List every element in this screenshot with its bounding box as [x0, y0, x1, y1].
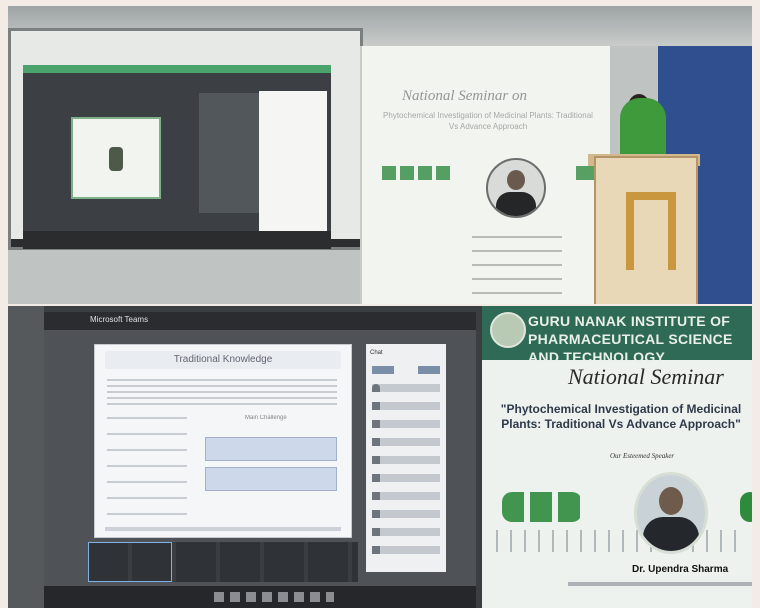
banner-title: National Seminar on: [402, 88, 528, 104]
leaf-icon: [502, 492, 582, 522]
slide-text-box: [205, 437, 337, 461]
laptop-screen: Microsoft Teams Traditional Knowledge Ma…: [44, 312, 476, 608]
screen-bottom-bar: [11, 239, 360, 247]
window-title: Microsoft Teams: [90, 315, 149, 324]
chat-panel-header: Chat: [370, 350, 383, 356]
institute-name: GURU NANAK INSTITUTE OF PHARMACEUTICAL S…: [528, 313, 733, 365]
taskbar: [44, 586, 476, 608]
podium-emblem-icon: [626, 192, 676, 270]
participant-thumbnails: [199, 93, 259, 213]
taskbar-icons[interactable]: [214, 592, 334, 602]
slide-footer: [105, 527, 341, 531]
keynote-label: Our Esteemed Speaker: [610, 452, 675, 460]
slide-text-box: [205, 467, 337, 491]
slide-column-heading: Main Challenge: [245, 415, 287, 421]
speaker-name: Dr. Upendra Sharma: [632, 564, 729, 575]
participant-list[interactable]: [372, 384, 440, 564]
bottom-photo: Microsoft Teams Traditional Knowledge Ma…: [8, 306, 752, 608]
podium: [594, 156, 698, 304]
slide-figure: [109, 147, 123, 171]
seminar-title: National Seminar: [568, 364, 724, 389]
monitor-bezel-edge: [8, 306, 44, 608]
shared-slide: Traditional Knowledge Main Challenge: [94, 344, 352, 538]
speaker-designation: [568, 582, 752, 586]
active-tile[interactable]: [88, 542, 172, 582]
leaf-icon: [740, 492, 752, 522]
seminar-topic: "Phytochemical Investigation of Medicina…: [500, 402, 742, 431]
slide-bullet-list: [107, 417, 187, 527]
institute-logo-icon: [490, 312, 526, 348]
app-title-bar: Microsoft Teams: [44, 312, 476, 330]
chat-panel[interactable]: Chat: [366, 344, 446, 572]
slide-heading: Traditional Knowledge: [105, 351, 341, 369]
banner-subtitle: Phytochemical Investigation of Medicinal…: [383, 111, 593, 131]
avatar-column: [372, 384, 380, 564]
video-tiles-strip[interactable]: [88, 542, 358, 582]
projected-slide: [71, 117, 161, 199]
projection-screen: [8, 28, 363, 250]
projected-meeting-window: [23, 65, 331, 249]
molecule-hexagon-icon: [496, 530, 746, 552]
leaf-icon: [382, 166, 452, 180]
event-details-list: [472, 236, 562, 296]
top-photo: National Seminar on Phytochemical Invest…: [8, 6, 752, 304]
seminar-banner-top: National Seminar on Phytochemical Invest…: [360, 46, 610, 304]
projected-side-panel: [259, 91, 327, 231]
seminar-poster-bottom: GURU NANAK INSTITUTE OF PHARMACEUTICAL S…: [482, 306, 752, 608]
slide-paragraph: [107, 379, 337, 405]
panel-buttons[interactable]: [372, 366, 440, 374]
speaker-portrait: [486, 158, 546, 218]
speaker-photo: [634, 472, 708, 554]
